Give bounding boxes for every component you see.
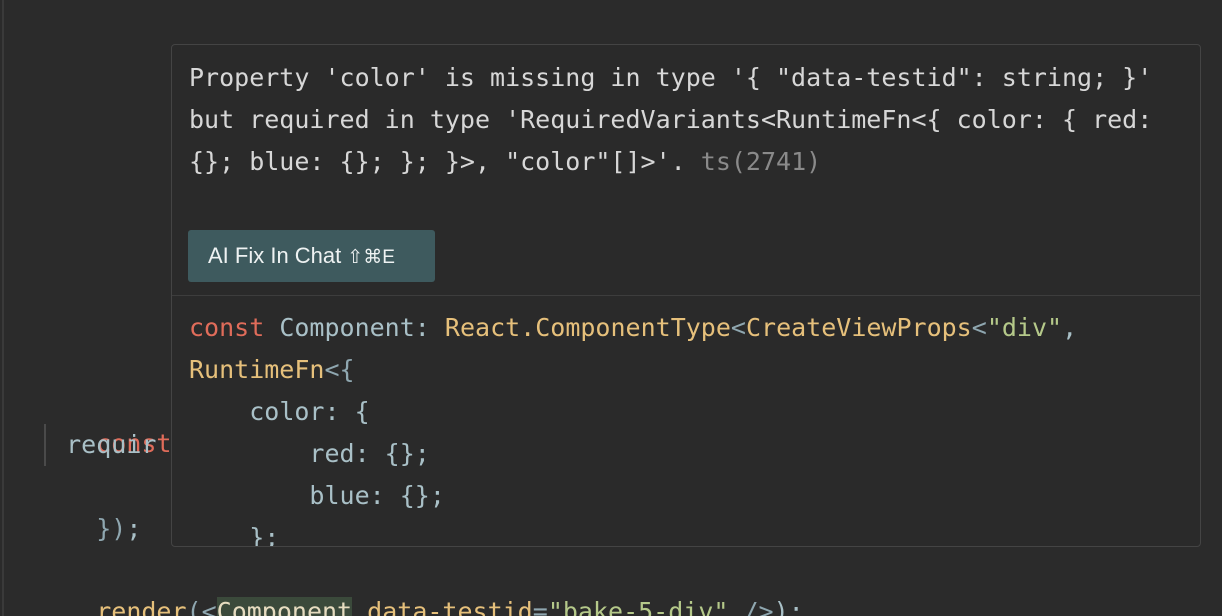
gutter-border <box>2 0 4 616</box>
sig-comma: , <box>1062 313 1078 342</box>
sig-lt2: < <box>971 313 987 342</box>
sig-open: <{ <box>324 355 355 384</box>
component-error-word[interactable]: Component <box>216 597 353 616</box>
sig-string: "div" <box>986 313 1063 342</box>
ai-fix-in-chat-button[interactable]: AI Fix In Chat ⇧⌘E <box>188 230 435 282</box>
error-message: Property 'color' is missing in type '{ "… <box>189 63 1168 176</box>
sig-runtimefn: RuntimeFn <box>189 355 325 384</box>
render-open: (< <box>186 597 217 616</box>
closing-paren: ) <box>111 514 127 543</box>
render-end: ); <box>773 597 804 616</box>
sig-prop-red: red <box>309 439 355 468</box>
sig-blue-rest: : {}; <box>369 481 445 510</box>
code-line-render[interactable]: render(<Component data-testid="bake-5-di… <box>36 549 804 616</box>
diagnostic-message: Property 'color' is missing in type '{ "… <box>189 57 1189 183</box>
error-code: ts(2741) <box>700 147 822 176</box>
sig-keyword: const <box>189 313 265 342</box>
sig-name: Component <box>279 313 415 342</box>
fix-button-label: AI Fix In Chat <box>208 243 342 268</box>
sig-color-rest: : { <box>324 397 370 426</box>
sig-colon: : <box>414 313 430 342</box>
identifier-required-partial: requir <box>66 430 157 459</box>
code-editor[interactable]: const Co requir }); render(<Component da… <box>0 0 1222 616</box>
sig-lt: < <box>730 313 746 342</box>
sig-red-rest: : {}; <box>354 439 430 468</box>
sig-close: }; <box>249 523 280 547</box>
type-signature: const Component: React.ComponentType<Cre… <box>189 307 1189 547</box>
function-render: render <box>96 597 187 616</box>
code-line-close[interactable]: }); <box>36 466 141 543</box>
hover-tooltip[interactable]: Property 'color' is missing in type '{ "… <box>171 44 1201 547</box>
sig-prop-color: color <box>249 397 325 426</box>
attr-equals: = <box>532 597 548 616</box>
closing-brace: } <box>96 514 112 543</box>
self-close: /> <box>728 597 774 616</box>
fix-button-shortcut: ⇧⌘E <box>347 247 395 268</box>
code-line-required[interactable]: requir <box>36 424 156 466</box>
attr-data-testid: data-testid <box>367 597 533 616</box>
sig-type-props: CreateViewProps <box>745 313 972 342</box>
semicolon: ; <box>126 514 142 543</box>
sig-type-react: React.ComponentType <box>444 313 731 342</box>
sig-prop-blue: blue <box>309 481 370 510</box>
tooltip-divider <box>172 295 1200 296</box>
attr-value: "bake-5-div" <box>547 597 729 616</box>
